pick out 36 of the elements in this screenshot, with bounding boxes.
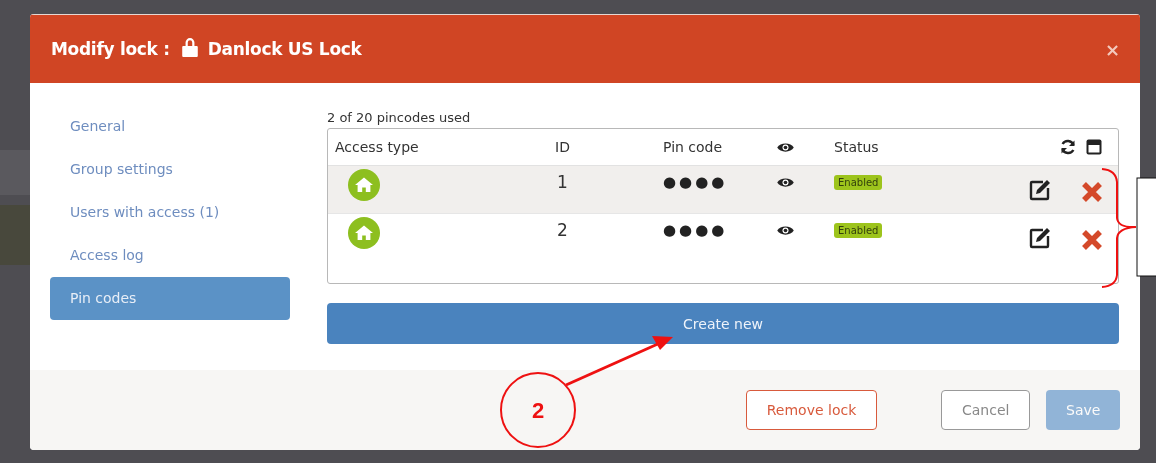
- edit-icon[interactable]: [1029, 179, 1051, 201]
- column-header: Pin code: [662, 139, 724, 155]
- sidebar-item[interactable]: Access log: [50, 234, 290, 277]
- table-cell-text: 2: [556, 219, 569, 242]
- create-new-button[interactable]: Create new: [327, 303, 1119, 344]
- home-icon: [348, 169, 380, 201]
- column-header: Access type: [334, 139, 420, 155]
- lock-name: Danlock US Lock: [207, 39, 362, 59]
- eye-icon[interactable]: [777, 176, 794, 188]
- sidebar-item[interactable]: Pin codes: [50, 277, 290, 320]
- dialog-title: Modify lock :: [51, 39, 170, 59]
- column-header: Status: [833, 139, 880, 155]
- refresh-icon[interactable]: [1060, 139, 1076, 155]
- edit-icon[interactable]: [1029, 227, 1051, 249]
- close-button[interactable]: ×: [1104, 38, 1120, 60]
- pin-mask: ●●●●: [662, 172, 729, 193]
- status-badge: Enabled: [834, 222, 883, 238]
- column-header: ID: [554, 139, 571, 155]
- sidebar-item[interactable]: Users with access (1): [50, 191, 290, 234]
- delete-icon[interactable]: [1081, 181, 1103, 203]
- usage-text: 2 of 20 pincodes used: [327, 109, 472, 127]
- status-badge: Enabled: [834, 174, 883, 190]
- pin-mask: ●●●●: [662, 220, 729, 241]
- eye-icon[interactable]: [777, 224, 794, 236]
- footer-button[interactable]: Remove lock: [746, 390, 877, 430]
- sidebar-item[interactable]: Group settings: [50, 148, 290, 191]
- home-icon: [348, 217, 380, 249]
- callout-number: 2: [531, 398, 545, 423]
- eye-icon[interactable]: [777, 141, 794, 153]
- footer-button[interactable]: Cancel: [941, 390, 1030, 430]
- lock-icon: [181, 37, 198, 57]
- delete-icon[interactable]: [1081, 229, 1103, 251]
- backdrop-band: [0, 205, 30, 265]
- table-cell-text: 1: [556, 171, 569, 194]
- sidebar-item[interactable]: General: [50, 105, 290, 148]
- save-icon[interactable]: [1086, 139, 1102, 155]
